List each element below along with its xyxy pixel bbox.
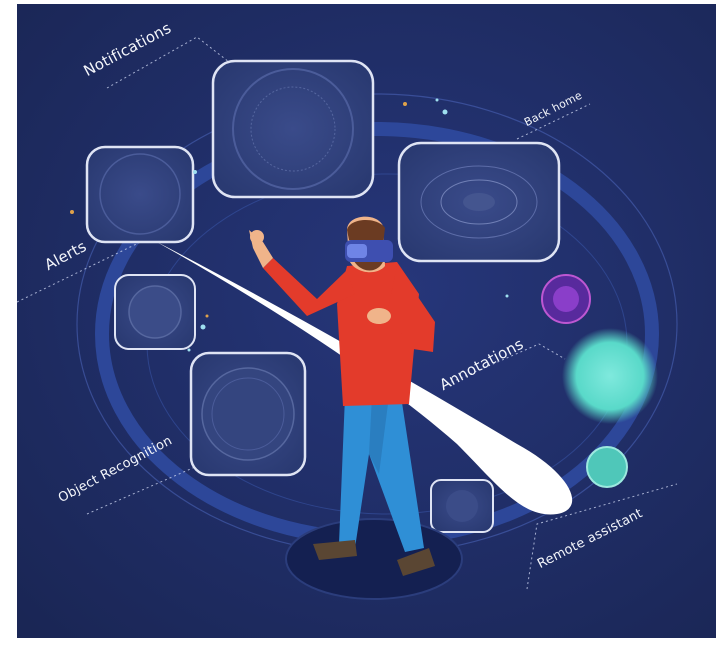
purple-orb-core — [553, 286, 579, 312]
object-recognition-panel — [189, 351, 307, 477]
scene-artwork — [17, 4, 716, 638]
alerts-panel — [85, 145, 195, 244]
small-left-panel — [114, 274, 196, 350]
back-home-panel — [397, 141, 561, 263]
bottom-small-panel — [430, 479, 494, 533]
teal-orb — [562, 328, 658, 424]
notifications-panel — [211, 59, 375, 199]
small-teal-orb — [586, 446, 628, 488]
vr-scene: Notifications Back home Alerts Annotatio… — [17, 4, 716, 638]
floor-platform — [285, 518, 463, 600]
